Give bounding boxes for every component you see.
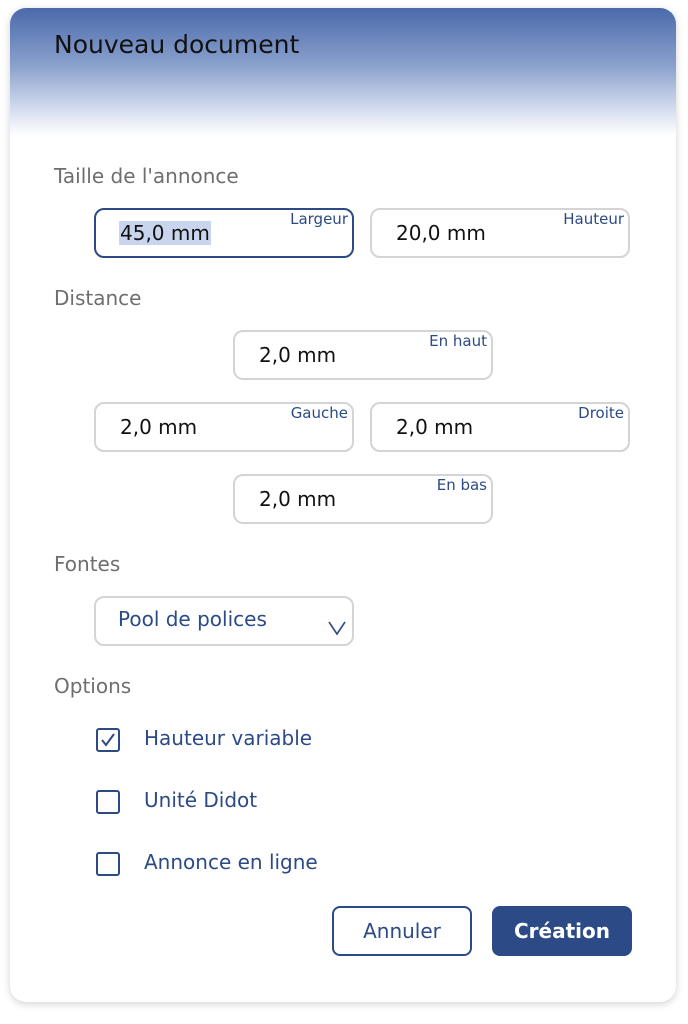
distance-right-value[interactable]: 2,0 mm [396, 415, 473, 439]
didot-unit-label[interactable]: Unité Didot [144, 788, 257, 812]
distance-top-value[interactable]: 2,0 mm [259, 343, 336, 367]
size-section-label: Taille de l'annonce [54, 164, 239, 188]
font-pool-select[interactable]: Pool de polices [94, 596, 354, 646]
height-value[interactable]: 20,0 mm [396, 221, 486, 245]
width-field[interactable]: 45,0 mm Largeur [94, 208, 354, 258]
distance-left-label: Gauche [290, 404, 348, 422]
dialog-header: Nouveau document [10, 8, 676, 136]
create-button[interactable]: Création [492, 906, 632, 956]
width-label: Largeur [290, 210, 348, 228]
distance-right-label: Droite [578, 404, 624, 422]
checkmark-icon [101, 733, 115, 747]
font-pool-value: Pool de polices [118, 607, 267, 631]
distance-top-field[interactable]: 2,0 mm En haut [233, 330, 493, 380]
distance-left-field[interactable]: 2,0 mm Gauche [94, 402, 354, 452]
variable-height-label[interactable]: Hauteur variable [144, 726, 312, 750]
distance-bottom-value[interactable]: 2,0 mm [259, 487, 336, 511]
dialog-title: Nouveau document [54, 30, 300, 59]
didot-unit-checkbox[interactable] [96, 790, 120, 814]
online-ad-checkbox[interactable] [96, 852, 120, 876]
chevron-down-icon[interactable] [328, 620, 346, 636]
distance-bottom-field[interactable]: 2,0 mm En bas [233, 474, 493, 524]
new-document-dialog: Nouveau document Taille de l'annonce 45,… [10, 8, 676, 1002]
width-value[interactable]: 45,0 mm [119, 221, 211, 245]
distance-bottom-label: En bas [436, 476, 487, 494]
online-ad-label[interactable]: Annonce en ligne [144, 850, 318, 874]
cancel-button[interactable]: Annuler [332, 906, 472, 956]
variable-height-checkbox[interactable] [96, 728, 120, 752]
distance-right-field[interactable]: 2,0 mm Droite [370, 402, 630, 452]
fonts-section-label: Fontes [54, 552, 121, 576]
options-section-label: Options [54, 674, 132, 698]
distance-section-label: Distance [54, 286, 142, 310]
distance-left-value[interactable]: 2,0 mm [120, 415, 197, 439]
distance-top-label: En haut [429, 332, 487, 350]
height-label: Hauteur [563, 210, 624, 228]
height-field[interactable]: 20,0 mm Hauteur [370, 208, 630, 258]
